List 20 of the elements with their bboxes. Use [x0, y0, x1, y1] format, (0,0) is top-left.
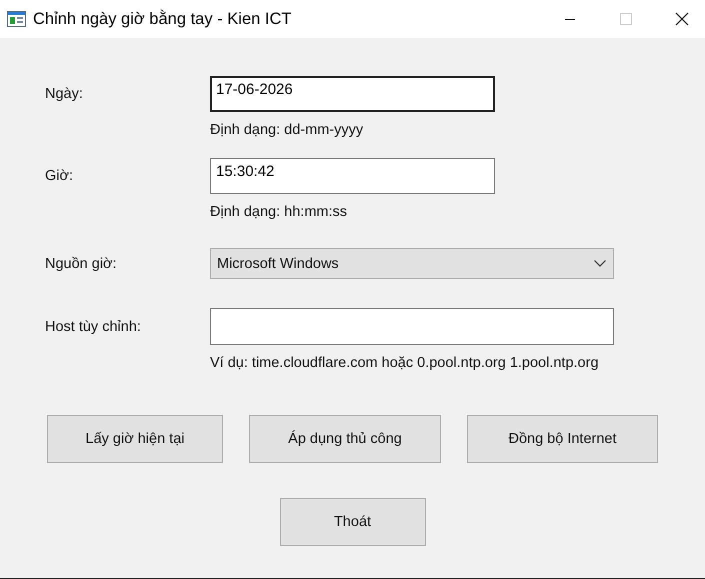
field-label: Nguồn giờ: [45, 256, 118, 272]
format-hint: Định dạng: dd-mm-yyyy [210, 121, 364, 140]
format-hint: Định dạng: hh:mm:ss [210, 203, 348, 222]
dropdown[interactable]: Microsoft Windows [210, 248, 614, 279]
app-window-icon [7, 11, 26, 27]
input-field[interactable]: 17-06-2026 [210, 76, 495, 112]
close-icon [675, 12, 689, 26]
chevron-down-icon [594, 260, 606, 267]
field-label: Giờ: [45, 168, 74, 184]
exit-button[interactable]: Thoát [280, 498, 426, 546]
action-button[interactable]: Áp dụng thủ công [249, 415, 441, 463]
window-title: Chỉnh ngày giờ bằng tay - Kien ICT [33, 10, 292, 28]
field-label: Ngày: [45, 86, 84, 102]
action-button[interactable]: Đồng bộ Internet [467, 415, 658, 463]
format-hint: Ví dụ: time.cloudflare.com hoặc 0.pool.ntp.org 1.pool.ntp.org [210, 354, 599, 373]
input-field[interactable]: 15:30:42 [210, 158, 495, 194]
input-field[interactable] [210, 308, 614, 345]
maximize-icon [620, 13, 632, 25]
field-label: Host tùy chỉnh: [45, 318, 142, 334]
action-button[interactable]: Lấy giờ hiện tại [47, 415, 223, 463]
